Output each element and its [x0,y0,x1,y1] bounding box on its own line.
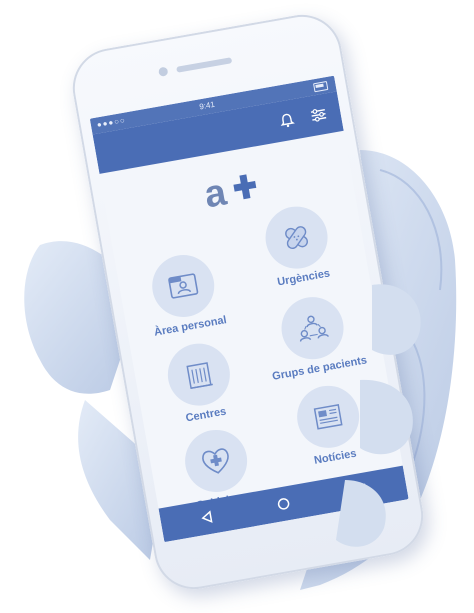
heart-plus-icon [202,448,229,474]
scene: ●●●○○ 9:41 a Àrea personal Urgències Cen… [0,0,474,613]
battery-icon [313,80,329,93]
tile-circle [292,380,365,453]
tile-circle [147,250,220,322]
status-time: 9:41 [198,99,216,112]
svg-text:a: a [201,171,230,214]
tile-centres[interactable]: Centres [139,335,261,431]
signal-indicator: ●●●○○ [96,115,127,130]
front-camera [158,66,169,77]
tile-grups-de-pacients[interactable]: Grups de pacients [253,288,375,384]
bell-icon[interactable] [278,111,297,130]
tile-urgencies[interactable]: Urgències [237,198,359,294]
recent-square-icon[interactable] [351,481,370,500]
home-circle-icon[interactable] [274,495,293,514]
bandage-icon [285,226,308,250]
tile-noticies[interactable]: Notícies [269,377,391,473]
newspaper-icon [313,404,343,430]
tile-circle [180,425,253,497]
tile-circle [260,201,333,274]
tile-area-personal[interactable]: Àrea personal [124,246,246,342]
back-triangle-icon[interactable] [198,508,217,527]
tile-circle [276,292,349,365]
app-logo: a [197,164,263,217]
id-card-icon [168,273,199,299]
a-plus-logo-icon: a [201,171,257,217]
tile-circle [162,338,235,411]
group-people-icon [299,315,329,342]
filter-sliders-icon[interactable] [309,106,328,125]
earpiece-speaker [176,57,233,73]
hospital-building-icon [186,362,213,390]
